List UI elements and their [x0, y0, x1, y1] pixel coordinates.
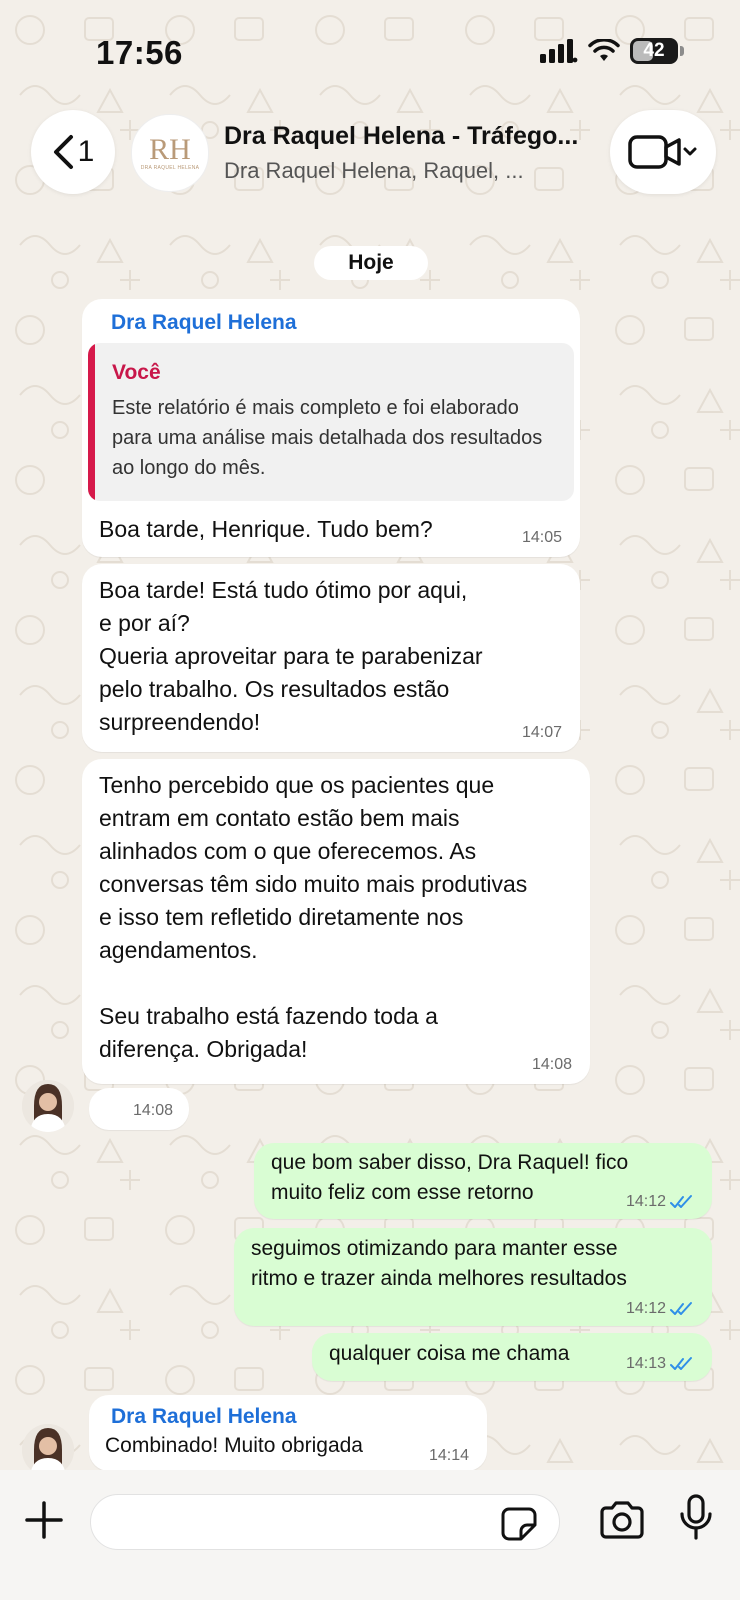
- message-time: 14:12: [625, 1193, 666, 1210]
- sender-name: Dra Raquel Helena: [111, 1405, 297, 1428]
- message-time: 14:14: [428, 1447, 469, 1464]
- battery-icon: 42: [630, 38, 678, 64]
- status-bar: 17:56 42: [0, 0, 740, 100]
- message-text: qualquer coisa me chama: [329, 1342, 570, 1365]
- message-time: 14:08: [132, 1102, 173, 1119]
- avatar-photo: [22, 1080, 74, 1132]
- chat-title[interactable]: Dra Raquel Helena - Tráfego...: [224, 122, 594, 151]
- message-time-with-status: 14:13: [626, 1355, 696, 1373]
- video-call-icon: [628, 135, 697, 169]
- microphone-icon[interactable]: [678, 1494, 714, 1542]
- sender-name: Dra Raquel Helena: [111, 311, 297, 334]
- message-text: Combinado! Muito obrigada: [105, 1434, 363, 1457]
- read-ticks-icon: [670, 1302, 692, 1315]
- message-text: Boa tarde! Está tudo ótimo por aqui, e p…: [99, 577, 483, 735]
- sender-avatar[interactable]: [22, 1080, 74, 1132]
- battery-tip: [680, 46, 684, 56]
- message-time: 14:08: [531, 1056, 572, 1073]
- plus-icon: [25, 1501, 63, 1539]
- battery-level: 42: [643, 40, 665, 61]
- message-bubble-outgoing[interactable]: seguimos otimizando para manter esse rit…: [234, 1228, 712, 1326]
- group-avatar[interactable]: RH DRA RAQUEL HELENA: [131, 114, 209, 192]
- message-bubble-outgoing[interactable]: qualquer coisa me chama 14:13: [312, 1333, 712, 1381]
- unread-count: 1: [77, 135, 95, 168]
- status-icons: 42: [540, 38, 684, 64]
- back-button[interactable]: 1: [31, 110, 115, 194]
- sender-avatar[interactable]: [22, 1424, 74, 1476]
- message-bubble-outgoing[interactable]: que bom saber disso, Dra Raquel! fico mu…: [254, 1143, 712, 1219]
- message-bubble-incoming[interactable]: Tenho percebido que os pacientes que ent…: [82, 759, 590, 1084]
- composer-bar: [0, 1470, 740, 1600]
- message-bubble-incoming[interactable]: 14:08: [89, 1088, 189, 1130]
- message-input-field[interactable]: [90, 1494, 560, 1550]
- message-text: Tenho percebido que os pacientes que ent…: [99, 772, 528, 1062]
- message-bubble-incoming[interactable]: Dra Raquel Helena Combinado! Muito obrig…: [89, 1395, 487, 1471]
- date-separator: Hoje: [314, 246, 428, 280]
- signal-icon: [540, 39, 578, 63]
- group-avatar-monogram: RH: [149, 133, 191, 166]
- sticker-icon[interactable]: [501, 1507, 539, 1541]
- camera-icon[interactable]: [598, 1500, 646, 1540]
- message-time-with-status: 14:12: [626, 1193, 696, 1211]
- message-time: 14:07: [521, 724, 562, 741]
- wifi-icon: [588, 39, 620, 61]
- message-time: 14:13: [625, 1355, 666, 1372]
- message-text: Boa tarde, Henrique. Tudo bem?: [99, 516, 433, 542]
- quoted-sender: Você: [112, 361, 161, 384]
- back-chevron-icon: [53, 135, 73, 169]
- status-time: 17:56: [96, 34, 183, 71]
- message-text: seguimos otimizando para manter esse rit…: [251, 1237, 627, 1290]
- message-input[interactable]: [111, 1505, 495, 1541]
- message-time-with-status: 14:12: [626, 1300, 696, 1318]
- message-time: 14:05: [521, 529, 562, 546]
- quoted-message[interactable]: Você Este relatório é mais completo e fo…: [88, 343, 574, 501]
- avatar-photo: [22, 1424, 74, 1476]
- message-bubble-incoming[interactable]: Boa tarde! Está tudo ótimo por aqui, e p…: [82, 564, 580, 752]
- read-ticks-icon: [670, 1195, 692, 1208]
- message-bubble-incoming[interactable]: Dra Raquel Helena Você Este relatório é …: [82, 299, 580, 557]
- quoted-text: Este relatório é mais completo e foi ela…: [112, 397, 543, 479]
- quote-accent-bar: [88, 343, 95, 501]
- chat-header: 1 RH DRA RAQUEL HELENA Dra Raquel Helena…: [0, 110, 740, 194]
- video-call-button[interactable]: [610, 110, 716, 194]
- message-text: que bom saber disso, Dra Raquel! fico mu…: [271, 1151, 629, 1204]
- group-avatar-caption: DRA RAQUEL HELENA: [140, 165, 200, 171]
- message-time: 14:12: [625, 1300, 666, 1317]
- read-ticks-icon: [670, 1357, 692, 1370]
- chat-participants[interactable]: Dra Raquel Helena, Raquel, ...: [224, 158, 594, 184]
- attach-button[interactable]: [22, 1498, 66, 1542]
